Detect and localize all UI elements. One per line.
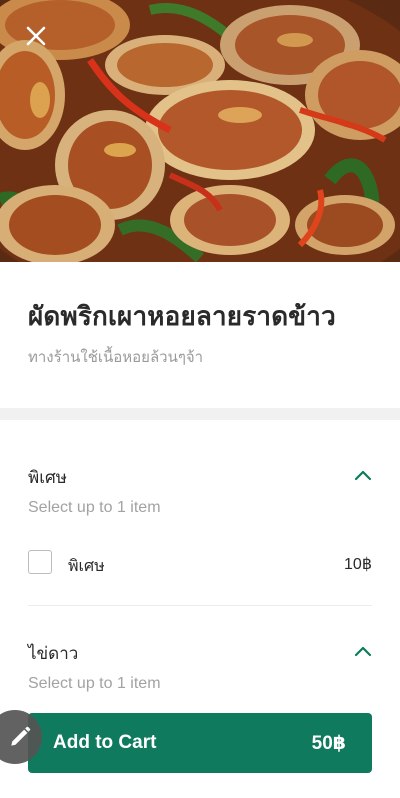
chevron-up-icon[interactable] (352, 644, 374, 658)
option-checkbox[interactable] (28, 550, 52, 574)
option-group-note: Select up to 1 item (28, 675, 161, 692)
section-separator (0, 408, 400, 420)
pencil-icon (11, 726, 31, 746)
option-price: 10฿ (344, 556, 372, 573)
divider (28, 605, 372, 606)
food-image (0, 0, 400, 262)
add-to-cart-label: Add to Cart (53, 732, 157, 753)
option-label: พิเศษ (68, 558, 105, 575)
food-photo (0, 0, 400, 262)
close-icon (26, 26, 46, 46)
item-title: ผัดพริกเผาหอยลายราดข้าว (28, 301, 336, 331)
option-row-special[interactable]: พิเศษ 10฿ (28, 548, 372, 580)
cart-total-price: 50฿ (311, 733, 346, 754)
option-group-note: Select up to 1 item (28, 499, 161, 516)
add-to-cart-button[interactable]: Add to Cart 50฿ (28, 713, 372, 773)
option-group-title: พิเศษ (28, 468, 68, 487)
chevron-up-icon[interactable] (352, 468, 374, 482)
close-button[interactable] (20, 20, 52, 52)
option-group-title: ไข่ดาว (28, 644, 79, 663)
item-description: ทางร้านใช้เนื้อหอยล้วนๆจ้า (28, 349, 204, 366)
